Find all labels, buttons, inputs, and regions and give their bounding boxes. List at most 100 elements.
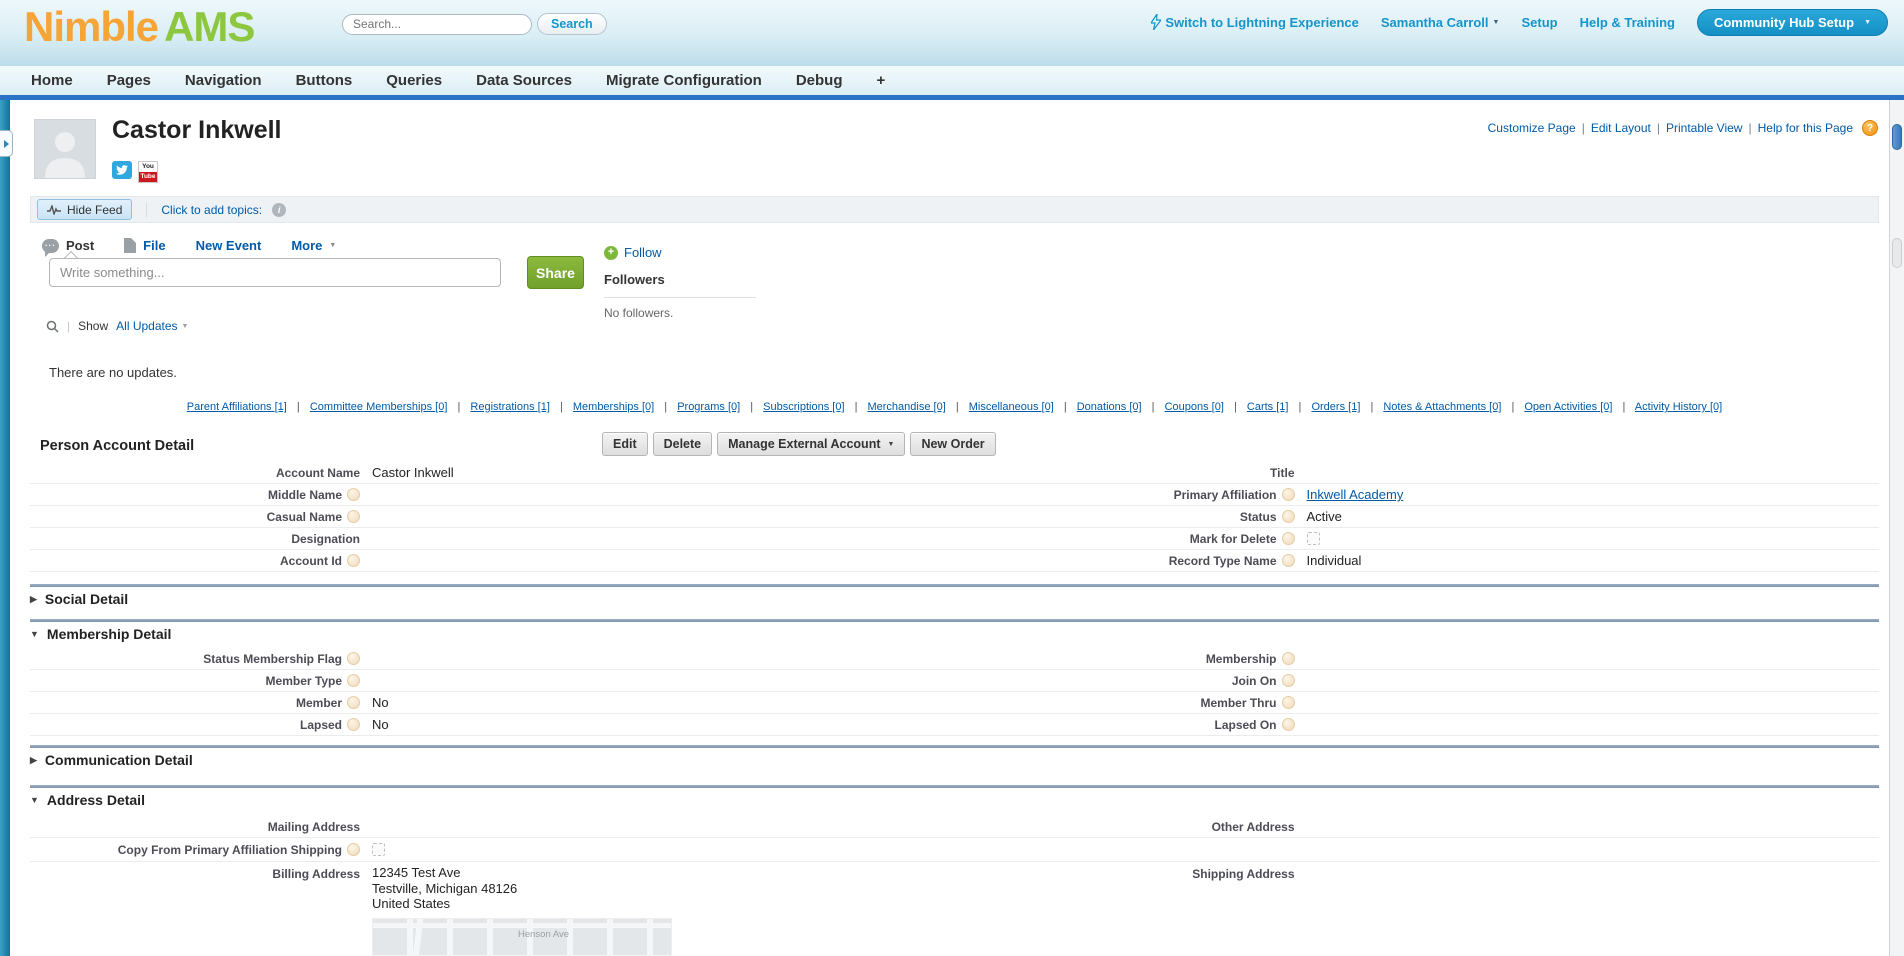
field-cell: Lapsed No: [30, 714, 955, 735]
post-composer-input[interactable]: [49, 258, 501, 287]
field-help-icon[interactable]: [1282, 554, 1295, 567]
field-help-icon[interactable]: [1282, 674, 1295, 687]
section-header-social-detail[interactable]: ▶ Social Detail: [30, 591, 128, 607]
copy-from-primary-affiliation-shipping-checkbox[interactable]: [372, 843, 385, 856]
field-label-text: Status Membership Flag: [203, 652, 342, 666]
field-help-icon[interactable]: [347, 510, 360, 523]
field-help-icon[interactable]: [347, 652, 360, 665]
section-header-communication-detail[interactable]: ▶ Communication Detail: [30, 752, 193, 768]
field-help-icon[interactable]: [1282, 652, 1295, 665]
field-label-text: Title: [1270, 466, 1294, 480]
search-button[interactable]: Search: [537, 13, 607, 35]
related-list-link[interactable]: Registrations [1]: [470, 401, 550, 413]
separator: |: [855, 401, 858, 413]
related-list-link[interactable]: Parent Affiliations [1]: [187, 401, 287, 413]
field-help-icon[interactable]: [347, 843, 360, 856]
tabs: HomePagesNavigationButtonsQueriesData So…: [0, 66, 1904, 95]
more-label: More: [291, 238, 322, 253]
tab[interactable]: Buttons: [279, 66, 370, 95]
twitter-icon[interactable]: [112, 161, 132, 179]
field-help-icon[interactable]: [347, 696, 360, 709]
related-list-link[interactable]: Coupons [0]: [1165, 401, 1224, 413]
field-help-icon[interactable]: [347, 554, 360, 567]
section-header-membership-detail[interactable]: ▼ Membership Detail: [30, 626, 171, 642]
related-list-link[interactable]: Open Activities [0]: [1524, 401, 1612, 413]
separator: |: [1748, 121, 1751, 135]
field-row: Member Type Join On: [30, 670, 1879, 692]
search-input[interactable]: [342, 14, 532, 35]
related-list-link[interactable]: Memberships [0]: [573, 401, 654, 413]
help-training-link[interactable]: Help & Training: [1580, 15, 1675, 30]
more-actions-menu[interactable]: More ▼: [291, 238, 336, 253]
file-action[interactable]: File: [124, 238, 165, 253]
field-help-icon[interactable]: [1282, 510, 1295, 523]
tab[interactable]: Home: [14, 66, 90, 95]
field-help-icon[interactable]: [347, 718, 360, 731]
section-divider: [30, 785, 1879, 788]
user-menu[interactable]: Samantha Carroll ▼: [1381, 15, 1500, 30]
info-icon[interactable]: i: [272, 203, 286, 217]
separator: |: [1370, 401, 1373, 413]
field-label: Middle Name: [30, 488, 360, 502]
related-list-link[interactable]: Merchandise [0]: [867, 401, 945, 413]
section-header-address-detail[interactable]: ▼ Address Detail: [30, 792, 145, 808]
section-title-person-account-detail: Person Account Detail: [40, 438, 194, 454]
post-action[interactable]: ··· Post: [42, 238, 94, 253]
tab[interactable]: Debug: [779, 66, 860, 95]
avatar: [34, 119, 96, 179]
edit-button[interactable]: Edit: [602, 432, 648, 456]
youtube-icon[interactable]: You Tube: [138, 161, 158, 183]
help-for-this-page-link[interactable]: Help for this Page: [1758, 121, 1853, 135]
related-list-link[interactable]: Programs [0]: [677, 401, 740, 413]
field-help-icon[interactable]: [1282, 488, 1295, 501]
field-help-icon[interactable]: [1282, 696, 1295, 709]
sidebar-expand-tab[interactable]: [0, 130, 13, 157]
help-icon[interactable]: ?: [1862, 120, 1878, 136]
related-list-link[interactable]: Committee Memberships [0]: [310, 401, 448, 413]
related-list-item: Memberships [0] |: [573, 401, 677, 413]
primary-affiliation-link[interactable]: Inkwell Academy: [1307, 487, 1404, 502]
related-list-link[interactable]: Miscellaneous [0]: [969, 401, 1054, 413]
follow-action[interactable]: + Follow: [604, 245, 662, 260]
field-help-icon[interactable]: [347, 488, 360, 501]
tab[interactable]: Data Sources: [459, 66, 589, 95]
related-list-label: Miscellaneous: [969, 401, 1039, 413]
feed-filter-select[interactable]: All Updates ▼: [116, 319, 188, 333]
related-list-link[interactable]: Orders [1]: [1311, 401, 1360, 413]
tab[interactable]: Pages: [90, 66, 168, 95]
tab[interactable]: Migrate Configuration: [589, 66, 779, 95]
switch-to-lightning-link[interactable]: Switch to Lightning Experience: [1151, 14, 1359, 30]
delete-button[interactable]: Delete: [653, 432, 713, 456]
field-help-icon[interactable]: [347, 674, 360, 687]
vertical-scrollbar[interactable]: [1889, 100, 1904, 956]
community-hub-setup-button[interactable]: Community Hub Setup ▼: [1697, 9, 1888, 36]
setup-link[interactable]: Setup: [1521, 15, 1557, 30]
search-icon[interactable]: [46, 320, 59, 333]
related-list-link[interactable]: Subscriptions [0]: [763, 401, 844, 413]
related-list-link[interactable]: Carts [1]: [1247, 401, 1289, 413]
related-list-link[interactable]: Activity History [0]: [1635, 401, 1722, 413]
field-help-icon[interactable]: [1282, 532, 1295, 545]
page-action-links: Customize Page | Edit Layout | Printable…: [1488, 120, 1878, 136]
tab[interactable]: +: [859, 66, 902, 95]
add-topics-link[interactable]: Click to add topics:: [146, 203, 262, 217]
manage-external-account-button[interactable]: Manage External Account ▼: [717, 432, 905, 456]
tab[interactable]: Queries: [369, 66, 459, 95]
edit-layout-link[interactable]: Edit Layout: [1591, 121, 1651, 135]
tab[interactable]: Navigation: [168, 66, 279, 95]
new-event-action[interactable]: New Event: [196, 238, 262, 253]
related-list-link[interactable]: Notes & Attachments [0]: [1383, 401, 1501, 413]
new-order-button[interactable]: New Order: [910, 432, 995, 456]
hide-feed-button[interactable]: Hide Feed: [37, 199, 132, 220]
related-list-link[interactable]: Donations [0]: [1077, 401, 1142, 413]
mark-for-delete-checkbox[interactable]: [1307, 532, 1320, 545]
billing-address-map[interactable]: Henson Ave: [372, 918, 672, 956]
customize-page-link[interactable]: Customize Page: [1488, 121, 1576, 135]
field-label: Member Thru: [955, 696, 1295, 710]
field-help-icon[interactable]: [1282, 718, 1295, 731]
scrollbar-segment[interactable]: [1892, 238, 1902, 268]
share-button[interactable]: Share: [527, 256, 584, 289]
scrollbar-thumb[interactable]: [1892, 124, 1902, 150]
printable-view-link[interactable]: Printable View: [1666, 121, 1743, 135]
follow-plus-icon: +: [604, 246, 618, 260]
